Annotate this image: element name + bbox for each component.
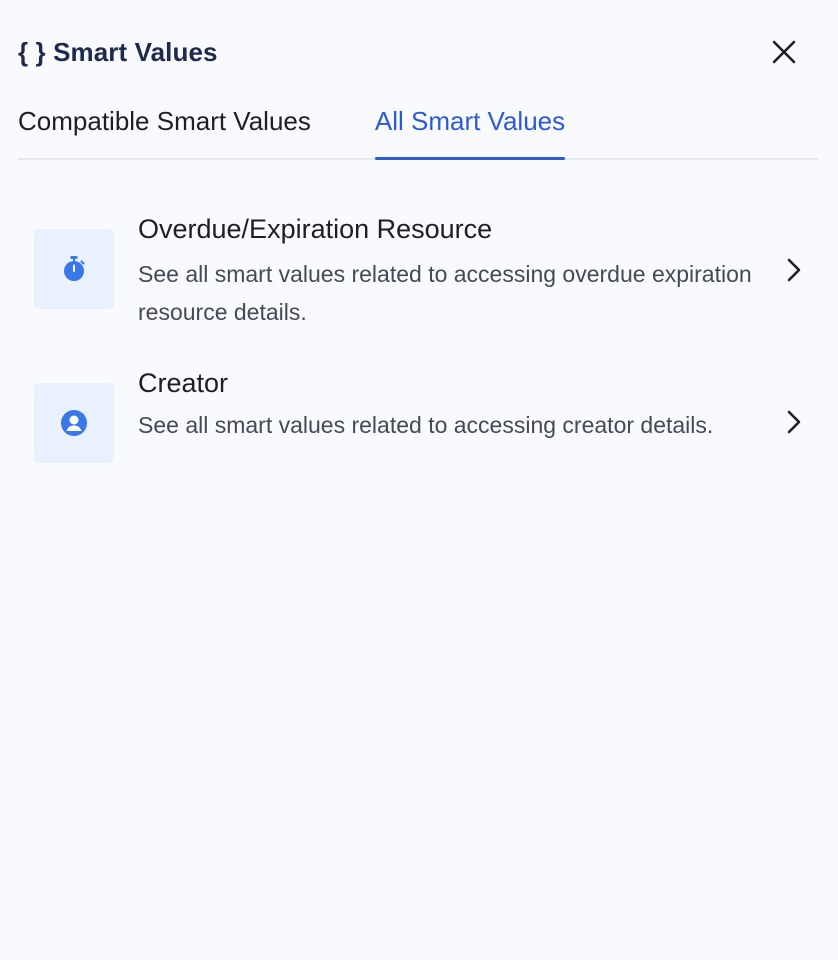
stopwatch-icon: [64, 256, 85, 281]
item-text: Creator See all smart values related to …: [138, 368, 788, 444]
smart-values-panel: { } Smart Values Compatible Smart Values…: [0, 0, 838, 960]
tab-all-smart-values[interactable]: All Smart Values: [374, 100, 566, 160]
user-circle-icon: [61, 410, 87, 436]
item-title: Overdue/Expiration Resource: [138, 214, 493, 244]
item-icon-box: [34, 229, 114, 309]
close-icon: [772, 40, 796, 64]
list-item-overdue-expiration-resource[interactable]: Overdue/Expiration Resource See all smar…: [34, 206, 820, 332]
list-item-creator[interactable]: Creator See all smart values related to …: [34, 368, 820, 470]
chevron-right-icon[interactable]: [782, 258, 806, 282]
chevron-right-icon[interactable]: [782, 410, 806, 434]
tab-compatible-smart-values[interactable]: Compatible Smart Values: [18, 100, 311, 158]
close-button[interactable]: [766, 34, 802, 70]
panel-title: { } Smart Values: [18, 36, 218, 67]
item-title: Creator: [138, 368, 229, 398]
tab-bar: Compatible Smart Values All Smart Values: [18, 100, 818, 160]
item-text: Overdue/Expiration Resource See all smar…: [138, 206, 788, 331]
item-description: See all smart values related to accessin…: [138, 412, 714, 438]
item-icon-box: [34, 383, 114, 463]
item-description: See all smart values related to accessin…: [138, 261, 752, 325]
smart-values-list: Overdue/Expiration Resource See all smar…: [34, 206, 820, 470]
panel-header: { } Smart Values: [18, 34, 820, 70]
